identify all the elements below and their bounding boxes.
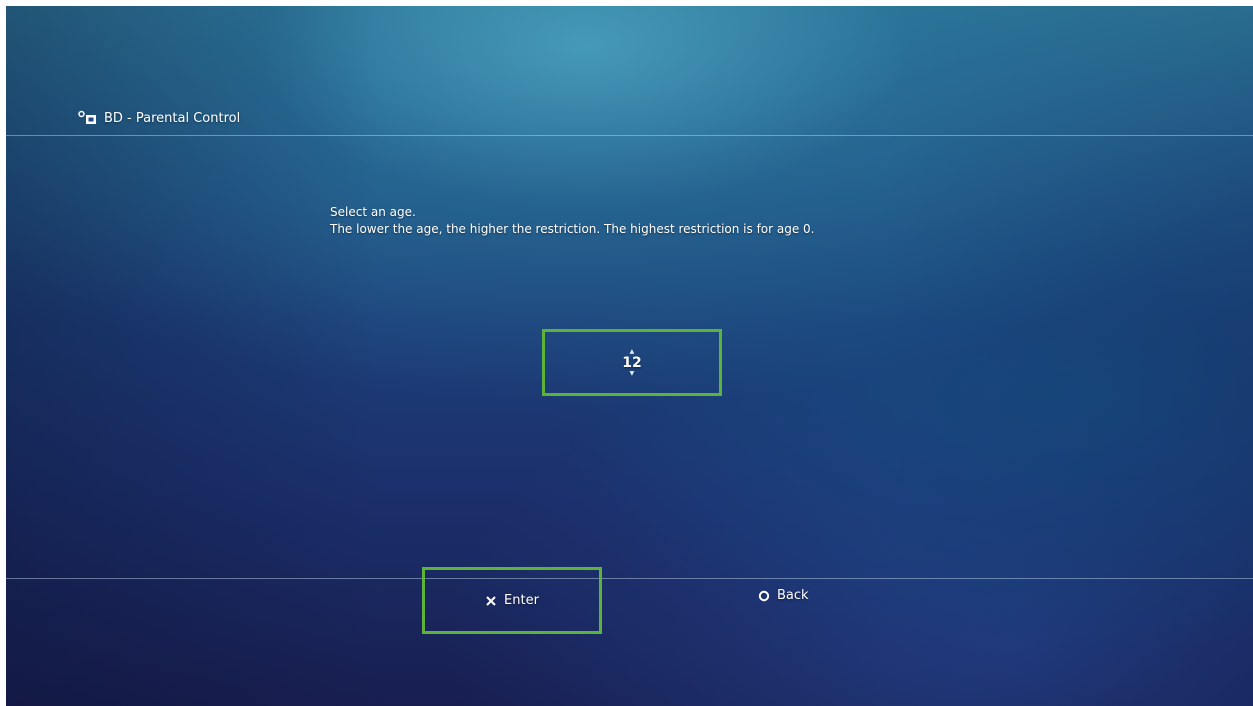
instruction-line-2: The lower the age, the higher the restri…	[330, 222, 815, 236]
cross-button-icon	[485, 595, 497, 607]
age-selector-highlight[interactable]: ▲ 12 ▼	[542, 329, 722, 396]
page-title: BD - Parental Control	[104, 110, 241, 126]
parental-control-icon	[78, 110, 96, 124]
circle-button-icon	[758, 590, 770, 602]
header-divider	[6, 135, 1253, 136]
age-spinner[interactable]: ▲ 12 ▼	[622, 346, 641, 380]
ps3-settings-screen: BD - Parental Control Select an age. The…	[6, 6, 1253, 706]
instruction-line-1: Select an age.	[330, 205, 416, 219]
enter-button-label: Enter	[504, 593, 539, 608]
age-value: 12	[622, 354, 642, 371]
enter-button-highlight[interactable]: Enter	[422, 567, 602, 634]
page-header: BD - Parental Control	[78, 110, 240, 126]
enter-button[interactable]: Enter	[485, 593, 539, 608]
down-arrow-icon[interactable]: ▼	[630, 370, 635, 377]
footer-divider	[6, 578, 1253, 579]
back-button-label: Back	[777, 588, 809, 603]
back-button[interactable]: Back	[758, 588, 809, 603]
instructions-text: Select an age. The lower the age, the hi…	[330, 204, 815, 238]
